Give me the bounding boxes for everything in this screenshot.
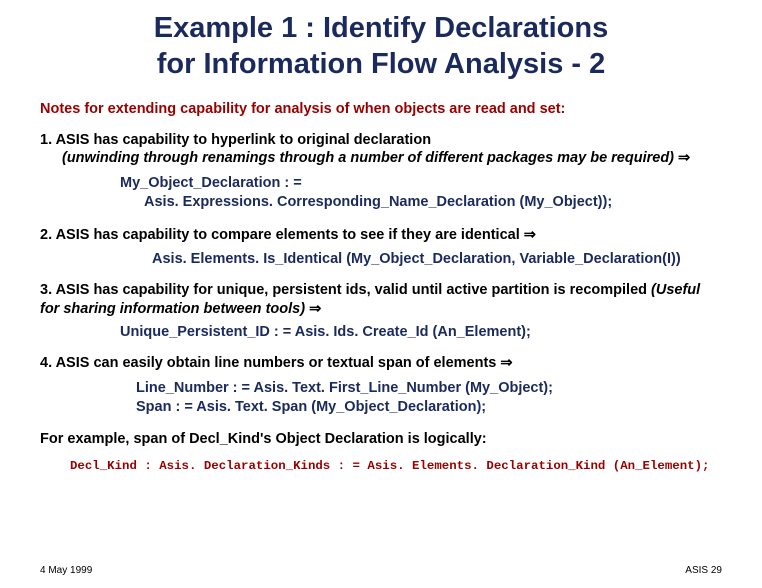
slide-title: Example 1 : Identify Declarations for In…: [40, 10, 722, 83]
footer-date: 4 May 1999: [40, 565, 92, 576]
title-line-1: Example 1 : Identify Declarations: [154, 12, 608, 44]
point-3-code: Unique_Persistent_ID : = Asis. Ids. Crea…: [120, 324, 722, 340]
code-line: My_Object_Declaration : =: [120, 174, 722, 193]
point-1-italic: (unwinding through renamings through a n…: [62, 150, 678, 166]
arrow-icon: ⇒: [678, 150, 690, 166]
code-line: Line_Number : = Asis. Text. First_Line_N…: [136, 379, 722, 398]
point-2: 2. ASIS has capability to compare elemen…: [40, 226, 722, 245]
point-2-lead: 2. ASIS has capability to compare elemen…: [40, 227, 524, 243]
point-3-lead: 3. ASIS has capability for unique, persi…: [40, 282, 651, 298]
example-code-red: Decl_Kind : Asis. Declaration_Kinds : = …: [70, 459, 722, 473]
point-1-code: My_Object_Declaration : = Asis. Expressi…: [120, 174, 722, 212]
point-1-lead: 1. ASIS has capability to hyperlink to o…: [40, 132, 431, 148]
point-3: 3. ASIS has capability for unique, persi…: [40, 281, 722, 319]
code-line: Asis. Expressions. Corresponding_Name_De…: [120, 193, 722, 212]
arrow-icon: ⇒: [524, 227, 536, 243]
slide: Example 1 : Identify Declarations for In…: [0, 0, 762, 588]
point-4-code: Line_Number : = Asis. Text. First_Line_N…: [136, 379, 722, 417]
arrow-icon: ⇒: [500, 355, 512, 371]
arrow-icon: ⇒: [309, 301, 321, 317]
point-4: 4. ASIS can easily obtain line numbers o…: [40, 354, 722, 373]
footer-page: ASIS 29: [685, 565, 722, 576]
title-line-2: for Information Flow Analysis - 2: [157, 48, 605, 80]
footer: 4 May 1999 ASIS 29: [40, 565, 722, 576]
point-1: 1. ASIS has capability to hyperlink to o…: [40, 131, 722, 169]
for-example-text: For example, span of Decl_Kind's Object …: [40, 431, 722, 447]
code-line: Span : = Asis. Text. Span (My_Object_Dec…: [136, 398, 722, 417]
point-2-code: Asis. Elements. Is_Identical (My_Object_…: [152, 251, 722, 267]
notes-subtitle: Notes for extending capability for analy…: [40, 101, 722, 117]
point-4-lead: 4. ASIS can easily obtain line numbers o…: [40, 355, 500, 371]
